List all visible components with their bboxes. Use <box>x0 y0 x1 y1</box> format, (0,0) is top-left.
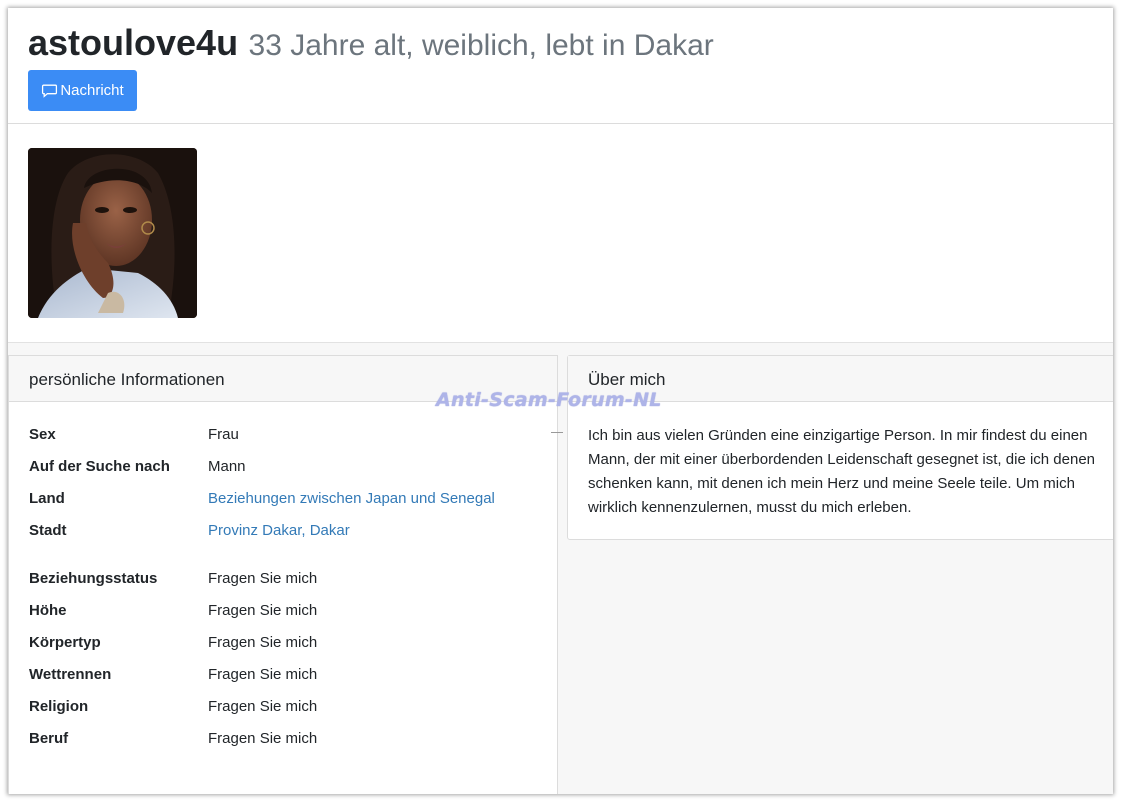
info-row-country: Land Beziehungen zwischen Japan und Sene… <box>29 484 549 516</box>
about-me-text: Ich bin aus vielen Gründen eine einzigar… <box>588 427 1096 516</box>
photo-section <box>8 124 1113 343</box>
info-row-height: Höhe Fragen Sie mich <box>29 596 549 628</box>
info-value: Fragen Sie mich <box>208 666 318 683</box>
info-row-ethnicity: Wettrennen Fragen Sie mich <box>29 660 549 692</box>
profile-page: astoulove4u 33 Jahre alt, weiblich, lebt… <box>8 8 1113 794</box>
info-value-city: Provinz Dakar, Dakar <box>208 522 350 539</box>
info-value: Mann <box>208 458 246 475</box>
info-label: Sex <box>29 426 56 443</box>
page-title: astoulove4u 33 Jahre alt, weiblich, lebt… <box>28 22 714 64</box>
message-button-label: Nachricht <box>60 82 124 99</box>
chat-bubble-icon <box>41 82 58 99</box>
divider <box>551 432 563 433</box>
info-row-city: Stadt Provinz Dakar, Dakar <box>29 516 549 548</box>
info-label: Religion <box>29 698 89 715</box>
info-label: Höhe <box>29 602 67 619</box>
info-row-occupation: Beruf Fragen Sie mich <box>29 724 549 756</box>
profile-photo[interactable] <box>28 148 197 318</box>
info-label: Stadt <box>29 522 67 539</box>
info-label: Auf der Suche nach <box>29 458 170 475</box>
info-label: Wettrennen <box>29 666 112 683</box>
profile-header: astoulove4u 33 Jahre alt, weiblich, lebt… <box>8 8 1113 124</box>
info-row-sex: Sex Frau <box>29 420 549 452</box>
info-value: Fragen Sie mich <box>208 730 318 747</box>
info-row-relationship: Beziehungsstatus Fragen Sie mich <box>29 564 549 596</box>
country-link[interactable]: Beziehungen zwischen Japan und Senegal <box>208 490 495 507</box>
personal-info-card: persönliche Informationen Sex Frau Auf d… <box>8 355 558 794</box>
info-label: Beziehungsstatus <box>29 570 158 587</box>
info-label: Land <box>29 490 65 507</box>
info-value: Fragen Sie mich <box>208 602 318 619</box>
watermark: Anti-Scam-Forum-NL <box>436 389 662 411</box>
about-me-card: Über mich Ich bin aus vielen Gründen ein… <box>567 355 1113 540</box>
info-row-religion: Religion Fragen Sie mich <box>29 692 549 724</box>
info-label: Beruf <box>29 730 69 747</box>
message-button[interactable]: Nachricht <box>28 70 137 111</box>
city-link[interactable]: Dakar <box>310 522 350 539</box>
info-value: Frau <box>208 426 239 443</box>
city-separator: , <box>301 522 310 539</box>
info-row-seeking: Auf der Suche nach Mann <box>29 452 549 484</box>
info-value: Fragen Sie mich <box>208 698 318 715</box>
personal-info-list: Sex Frau Auf der Suche nach Mann Land Be… <box>29 420 549 756</box>
profile-subtitle: 33 Jahre alt, weiblich, lebt in Dakar <box>248 29 714 62</box>
username: astoulove4u <box>28 22 239 63</box>
info-row-body-type: Körpertyp Fragen Sie mich <box>29 628 549 660</box>
province-link[interactable]: Provinz Dakar <box>208 522 301 539</box>
info-label: Körpertyp <box>29 634 101 651</box>
info-value: Fragen Sie mich <box>208 570 318 587</box>
info-value: Fragen Sie mich <box>208 634 318 651</box>
